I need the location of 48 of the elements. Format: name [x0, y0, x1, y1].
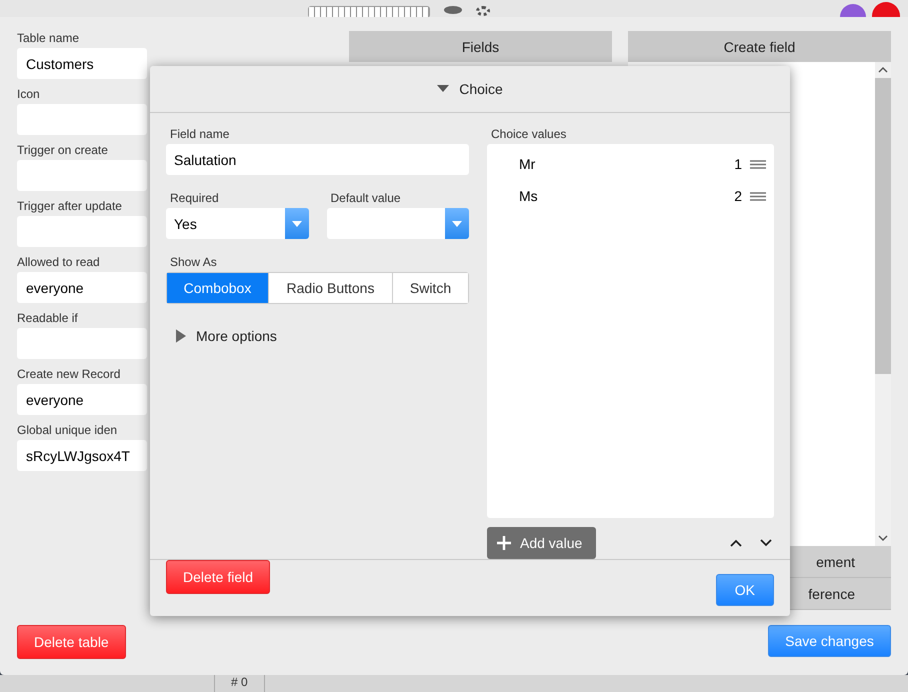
input-field[interactable]: everyone — [17, 384, 147, 415]
input-field[interactable]: everyone — [17, 272, 147, 303]
default-value-dropdown[interactable] — [326, 208, 469, 239]
table-cell: # 0 — [214, 675, 265, 692]
field-label: Field name — [170, 127, 230, 141]
input-field[interactable] — [17, 216, 147, 247]
choice-value[interactable]: Ms — [519, 188, 726, 204]
field-name-input[interactable]: Salutation — [166, 144, 469, 175]
field-label: Readable if — [17, 311, 79, 325]
dropdown-arrow-icon — [452, 220, 462, 226]
drag-handle-icon[interactable] — [750, 160, 766, 168]
required-dropdown[interactable]: Yes — [166, 208, 308, 239]
choice-order: 2 — [734, 188, 742, 204]
dropdown-arrow-icon — [292, 220, 302, 226]
scrollbar[interactable] — [875, 62, 891, 546]
input-field[interactable] — [17, 104, 147, 135]
input-field[interactable] — [17, 328, 147, 359]
move-up-icon[interactable] — [730, 539, 742, 547]
field-label: Trigger after update — [17, 199, 123, 213]
scroll-down-icon[interactable] — [878, 535, 888, 541]
input-field[interactable]: sRcyLWJgsox4T — [17, 440, 147, 471]
input-field[interactable]: Customers — [17, 48, 147, 79]
show-as-option[interactable]: Combobox — [167, 273, 269, 303]
expand-triangle-icon[interactable] — [437, 85, 450, 93]
scrollbar-thumb[interactable] — [875, 78, 891, 374]
field-label: Default value — [330, 191, 402, 205]
choice-order: 1 — [734, 156, 742, 172]
fields-tab[interactable]: Fields — [349, 31, 612, 62]
table-view-icon[interactable] — [309, 7, 339, 17]
scroll-up-icon[interactable] — [878, 67, 888, 73]
field-label: Table name — [17, 31, 80, 45]
field-label: Trigger on create — [17, 143, 109, 157]
field-label: Show As — [170, 255, 218, 269]
field-label: Choice values — [491, 127, 568, 141]
field-label: Required — [170, 191, 220, 205]
input-field[interactable] — [17, 160, 147, 191]
field-label: Create new Record — [17, 367, 122, 381]
field-label: Icon — [17, 87, 41, 101]
plus-icon — [497, 536, 511, 550]
drag-handle-icon[interactable] — [750, 192, 766, 200]
choice-value[interactable]: Mr — [519, 156, 726, 172]
more-options-toggle[interactable]: More options — [176, 328, 277, 344]
dialog-title: Choice — [459, 81, 503, 97]
move-down-icon[interactable] — [760, 539, 772, 547]
field-label: Allowed to read — [17, 255, 101, 269]
add-value-button[interactable]: Add value — [487, 527, 596, 559]
create-field-header: Create field — [628, 31, 891, 62]
field-label: Global unique iden — [17, 423, 118, 437]
